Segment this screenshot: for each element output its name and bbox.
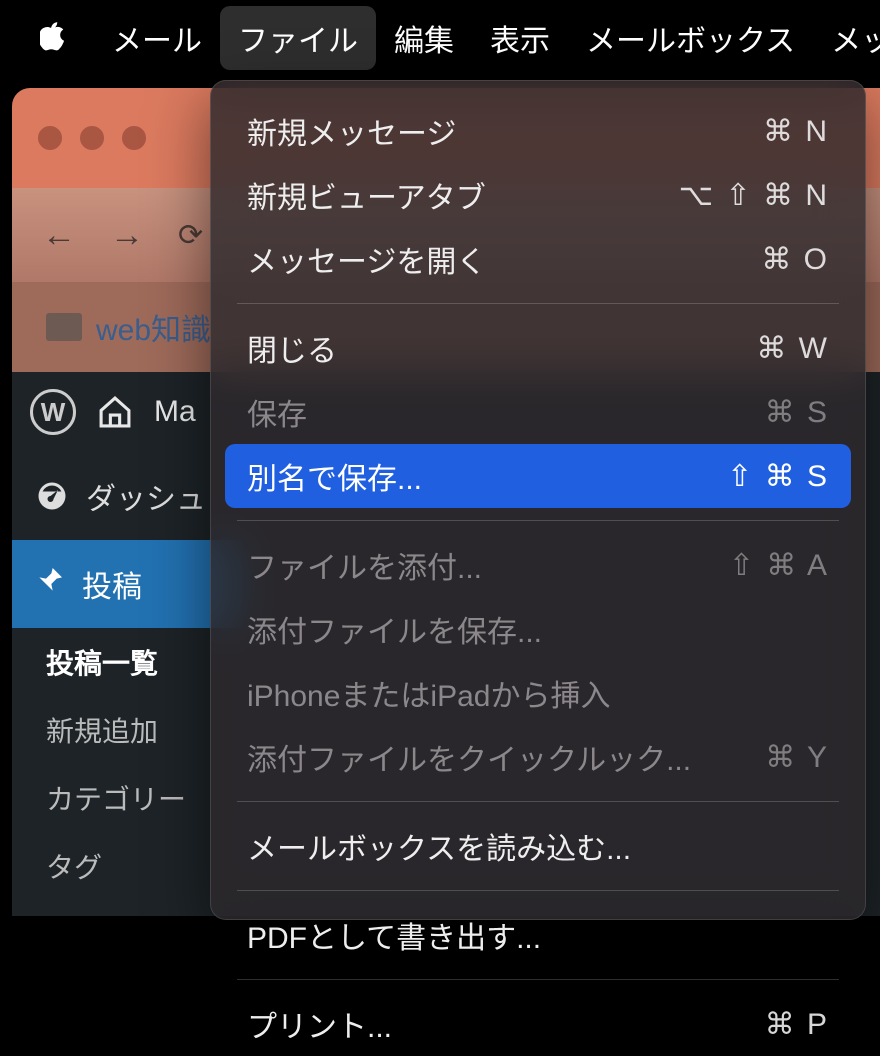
menu-new-message[interactable]: 新規メッセージ ⌘ N [225, 99, 851, 163]
menu-export-pdf-label: PDFとして書き出す... [247, 913, 541, 957]
back-icon[interactable]: ← [42, 216, 76, 255]
menubar: メール ファイル 編集 表示 メールボックス メッ [0, 0, 880, 76]
menu-attach-file-shortcut: ⇧ ⌘ A [729, 548, 829, 583]
sidebar-posts-label: 投稿 [82, 562, 142, 606]
menu-separator [237, 801, 839, 802]
menu-open-message-shortcut: ⌘ O [761, 242, 829, 277]
menu-quicklook-attachments: 添付ファイルをクイックルック... ⌘ Y [225, 725, 851, 789]
sidebar-posts[interactable]: 投稿 [12, 540, 242, 628]
menu-new-message-shortcut: ⌘ N [763, 114, 829, 149]
site-name[interactable]: Ma [154, 395, 196, 429]
menu-save: 保存 ⌘ S [225, 380, 851, 444]
menu-import-mailbox[interactable]: メールボックスを読み込む... [225, 814, 851, 878]
menu-new-viewer-tab-shortcut: ⌥ ⇧ ⌘ N [679, 178, 829, 213]
menu-quicklook-attachments-label: 添付ファイルをクイックルック... [247, 735, 691, 779]
menu-new-message-label: 新規メッセージ [247, 109, 456, 153]
home-icon[interactable] [96, 395, 134, 429]
minimize-icon[interactable] [80, 126, 104, 150]
menu-separator [237, 979, 839, 980]
folder-icon[interactable] [46, 313, 82, 341]
menu-attach-file-label: ファイルを添付... [247, 543, 482, 587]
menu-new-viewer-tab-label: 新規ビューアタブ [247, 173, 486, 217]
menu-insert-from-device: iPhoneまたはiPadから挿入 [225, 661, 851, 725]
menu-app[interactable]: メール [94, 6, 220, 70]
menu-quicklook-attachments-shortcut: ⌘ Y [765, 740, 829, 775]
menu-save-as[interactable]: 別名で保存... ⇧ ⌘ S [225, 444, 851, 508]
menu-import-mailbox-label: メールボックスを読み込む... [247, 824, 631, 868]
menu-save-attachments-label: 添付ファイルを保存... [247, 607, 542, 651]
close-icon[interactable] [38, 126, 62, 150]
sidebar-dashboard-label: ダッシュ [86, 474, 206, 518]
menu-print[interactable]: プリント... ⌘ P [225, 992, 851, 1056]
bookmark-folder-label[interactable]: web知識 [96, 305, 211, 349]
menu-mailbox[interactable]: メールボックス [568, 6, 813, 70]
file-menu-dropdown: 新規メッセージ ⌘ N 新規ビューアタブ ⌥ ⇧ ⌘ N メッセージを開く ⌘ … [210, 80, 866, 920]
menu-separator [237, 890, 839, 891]
menu-save-label: 保存 [247, 390, 307, 434]
sidebar-dashboard[interactable]: ダッシュ [12, 452, 242, 540]
menu-close[interactable]: 閉じる ⌘ W [225, 316, 851, 380]
menu-print-shortcut: ⌘ P [765, 1007, 829, 1042]
wordpress-icon[interactable]: W [30, 389, 76, 435]
menu-save-as-label: 別名で保存... [247, 454, 422, 498]
menu-truncated[interactable]: メッ [813, 6, 880, 70]
menu-open-message-label: メッセージを開く [247, 237, 486, 281]
menu-edit[interactable]: 編集 [376, 6, 472, 70]
menu-insert-from-device-label: iPhoneまたはiPadから挿入 [247, 671, 610, 715]
menu-file[interactable]: ファイル [220, 6, 376, 70]
menu-export-pdf[interactable]: PDFとして書き出す... [225, 903, 851, 967]
menu-separator [237, 520, 839, 521]
menu-view[interactable]: 表示 [472, 6, 568, 70]
sidebar-tags[interactable]: タグ [12, 832, 242, 900]
menu-separator [237, 303, 839, 304]
menu-save-attachments: 添付ファイルを保存... [225, 597, 851, 661]
forward-icon[interactable]: → [110, 216, 144, 255]
menu-open-message[interactable]: メッセージを開く ⌘ O [225, 227, 851, 291]
reload-icon[interactable]: ⟳ [178, 218, 203, 253]
sidebar-posts-list[interactable]: 投稿一覧 [12, 628, 242, 696]
apple-logo-icon[interactable] [40, 21, 68, 55]
sidebar-posts-new[interactable]: 新規追加 [12, 696, 242, 764]
menu-close-label: 閉じる [247, 326, 337, 370]
menu-attach-file: ファイルを添付... ⇧ ⌘ A [225, 533, 851, 597]
menu-print-label: プリント... [247, 1002, 392, 1046]
menu-save-shortcut: ⌘ S [765, 395, 829, 430]
menu-new-viewer-tab[interactable]: 新規ビューアタブ ⌥ ⇧ ⌘ N [225, 163, 851, 227]
dashboard-icon [34, 478, 70, 514]
sidebar-categories[interactable]: カテゴリー [12, 764, 242, 832]
zoom-icon[interactable] [122, 126, 146, 150]
wp-sidebar: ダッシュ 投稿 投稿一覧 新規追加 カテゴリー タグ [12, 452, 242, 900]
menu-close-shortcut: ⌘ W [756, 331, 829, 366]
pin-icon [34, 564, 66, 604]
menu-save-as-shortcut: ⇧ ⌘ S [727, 459, 829, 494]
